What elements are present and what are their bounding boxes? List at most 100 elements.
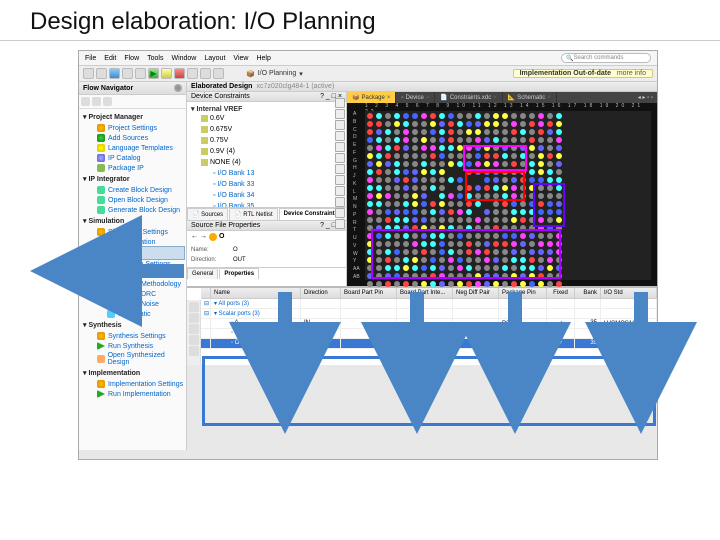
tab-package[interactable]: 📦 Package × bbox=[347, 92, 396, 103]
ports-tool[interactable] bbox=[189, 313, 199, 323]
nav-item[interactable]: Schematic bbox=[83, 309, 184, 319]
col-iostd[interactable]: I/O Std bbox=[601, 288, 657, 298]
nav-tool[interactable] bbox=[92, 97, 101, 106]
tab-rtl-netlist[interactable]: 📄 RTL Netlist bbox=[229, 208, 277, 220]
nav-item[interactable]: Report DRC bbox=[83, 289, 184, 299]
menu-help[interactable]: Help bbox=[256, 55, 270, 62]
tree-node[interactable]: NONE (4) bbox=[191, 157, 342, 168]
nav-item[interactable]: Language Templates bbox=[83, 143, 184, 153]
nav-item[interactable]: Run Synthesis bbox=[83, 341, 184, 351]
col-fixed[interactable]: Fixed bbox=[547, 288, 575, 298]
tree-root[interactable]: ▾ Internal VREF bbox=[191, 105, 342, 113]
gear-icon[interactable] bbox=[174, 84, 182, 92]
menu-flow[interactable]: Flow bbox=[124, 55, 139, 62]
toolbar-btn[interactable]: ▶ bbox=[148, 68, 159, 79]
tree-node[interactable]: 0.6V bbox=[191, 113, 342, 124]
nav-item[interactable]: Report Noise bbox=[83, 299, 184, 309]
tree-node[interactable]: ▫ I/O Bank 33 bbox=[191, 179, 342, 190]
nav-item[interactable]: Implementation Settings bbox=[83, 379, 184, 389]
menu-edit[interactable]: Edit bbox=[104, 55, 116, 62]
col-negdiff[interactable]: Neg Diff Pair bbox=[453, 288, 499, 298]
nav-item[interactable]: Generate Block Design bbox=[83, 205, 184, 215]
toolbar-btn[interactable] bbox=[83, 68, 94, 79]
nav-section[interactable]: ▾ Implementation bbox=[83, 367, 184, 379]
vtool[interactable] bbox=[335, 98, 345, 108]
col-pkgpin[interactable]: Package Pin bbox=[499, 288, 547, 298]
nav-tool[interactable] bbox=[81, 97, 90, 106]
close-icon[interactable]: × bbox=[387, 95, 391, 101]
ports-tool[interactable] bbox=[189, 302, 199, 312]
vtool[interactable] bbox=[335, 197, 345, 207]
tab-device[interactable]: ▫ Device × bbox=[396, 92, 435, 103]
nav-section[interactable]: ▾ RTL Analysis bbox=[82, 246, 185, 260]
tab-sources[interactable]: 📄 Sources bbox=[187, 208, 228, 220]
tree-node[interactable]: ▫ I/O Bank 34 bbox=[191, 190, 342, 201]
nav-item[interactable]: Synthesis Settings bbox=[83, 331, 184, 341]
tab-device-constraints[interactable]: Device Constraints bbox=[279, 208, 343, 220]
nav-item[interactable]: Elaborated Design bbox=[83, 269, 184, 279]
nav-section[interactable]: ▾ IP Integrator bbox=[83, 173, 184, 185]
nav-section[interactable]: ▾ Synthesis bbox=[83, 319, 184, 331]
col-boardpin[interactable]: Board Part Pin bbox=[341, 288, 397, 298]
vtool[interactable] bbox=[335, 208, 345, 218]
toolbar-btn[interactable] bbox=[109, 68, 120, 79]
tree-node[interactable]: 0.9V (4) bbox=[191, 146, 342, 157]
toolbar-btn[interactable] bbox=[135, 68, 146, 79]
vtool[interactable] bbox=[335, 131, 345, 141]
table-row[interactable]: ◦ AINP22 ▾✓35LVCMOS18 ▾ bbox=[201, 319, 657, 329]
table-row[interactable]: ⊟▾ Scalar ports (3) bbox=[201, 309, 657, 319]
tab-general[interactable]: General bbox=[187, 268, 218, 279]
menu-view[interactable]: View bbox=[233, 55, 248, 62]
tab-properties[interactable]: Properties bbox=[219, 268, 259, 279]
tree-node[interactable]: 0.75V bbox=[191, 135, 342, 146]
table-row[interactable]: ◦ OOUTL21 ▾✓35LVCMOS18 ▾ bbox=[201, 339, 657, 349]
nav-item[interactable]: Create Block Design bbox=[83, 185, 184, 195]
toolbar-btn[interactable] bbox=[122, 68, 133, 79]
nav-item[interactable]: Run Implementation bbox=[83, 389, 184, 399]
tab-constraints[interactable]: 📄 Constraints.xdc × bbox=[435, 92, 502, 103]
tree-node[interactable]: 0.675V bbox=[191, 124, 342, 135]
tab-schematic[interactable]: 📐 Schematic × bbox=[503, 92, 557, 103]
nav-item[interactable]: Project Settings bbox=[83, 123, 184, 133]
col-bank[interactable]: Bank bbox=[575, 288, 601, 298]
table-row[interactable]: ◦ BING22 ▾✓35LVCMOS18 ▾ bbox=[201, 329, 657, 339]
toolbar-btn[interactable] bbox=[213, 68, 224, 79]
nav-section[interactable]: ▾ Project Manager bbox=[83, 111, 184, 123]
status-chip[interactable]: Implementation Out-of-date more info bbox=[513, 69, 653, 78]
constraints-tree[interactable]: ▾ Internal VREF 0.6V0.675V0.75V0.9V (4)N… bbox=[187, 102, 346, 207]
table-row[interactable]: ⊟▾ All ports (3) bbox=[201, 299, 657, 309]
nav-section[interactable]: ▾ Simulation bbox=[83, 215, 184, 227]
vtool[interactable] bbox=[335, 164, 345, 174]
menu-tools[interactable]: Tools bbox=[147, 55, 163, 62]
menu-layout[interactable]: Layout bbox=[204, 55, 225, 62]
forward-icon[interactable]: → bbox=[200, 233, 207, 241]
col-boardint[interactable]: Board Part Inte... bbox=[397, 288, 453, 298]
toolbar-btn[interactable] bbox=[200, 68, 211, 79]
col-name[interactable]: Name bbox=[211, 288, 301, 298]
vtool[interactable] bbox=[335, 109, 345, 119]
col-q[interactable] bbox=[201, 288, 211, 298]
nav-item[interactable]: Simulation Settings bbox=[83, 227, 184, 237]
nav-item[interactable]: Open Synthesized Design bbox=[83, 351, 184, 367]
vtool[interactable] bbox=[335, 219, 345, 229]
nav-item[interactable]: Elaboration Settings bbox=[83, 259, 184, 269]
menu-window[interactable]: Window bbox=[171, 55, 196, 62]
menu-file[interactable]: File bbox=[85, 55, 96, 62]
nav-item[interactable]: Add Sources bbox=[83, 133, 184, 143]
vtool[interactable] bbox=[335, 153, 345, 163]
ports-tool[interactable] bbox=[189, 324, 199, 334]
col-direction[interactable]: Direction bbox=[301, 288, 341, 298]
vtool[interactable] bbox=[335, 120, 345, 130]
vtool[interactable] bbox=[335, 186, 345, 196]
ports-tool[interactable] bbox=[189, 335, 199, 345]
tree-node[interactable]: ▫ I/O Bank 13 bbox=[191, 168, 342, 179]
ports-tool[interactable] bbox=[189, 346, 199, 356]
vtool[interactable] bbox=[335, 142, 345, 152]
nav-item[interactable]: Package IP bbox=[83, 163, 184, 173]
chip-view[interactable]: 1 2 3 4 5 6 7 8 9 10 11 12 13 14 15 16 1… bbox=[347, 103, 657, 286]
toolbar-btn[interactable] bbox=[174, 68, 185, 79]
vtool[interactable] bbox=[335, 175, 345, 185]
toolbar-btn[interactable] bbox=[96, 68, 107, 79]
nav-tool[interactable] bbox=[103, 97, 112, 106]
nav-item[interactable]: IP Catalog bbox=[83, 153, 184, 163]
